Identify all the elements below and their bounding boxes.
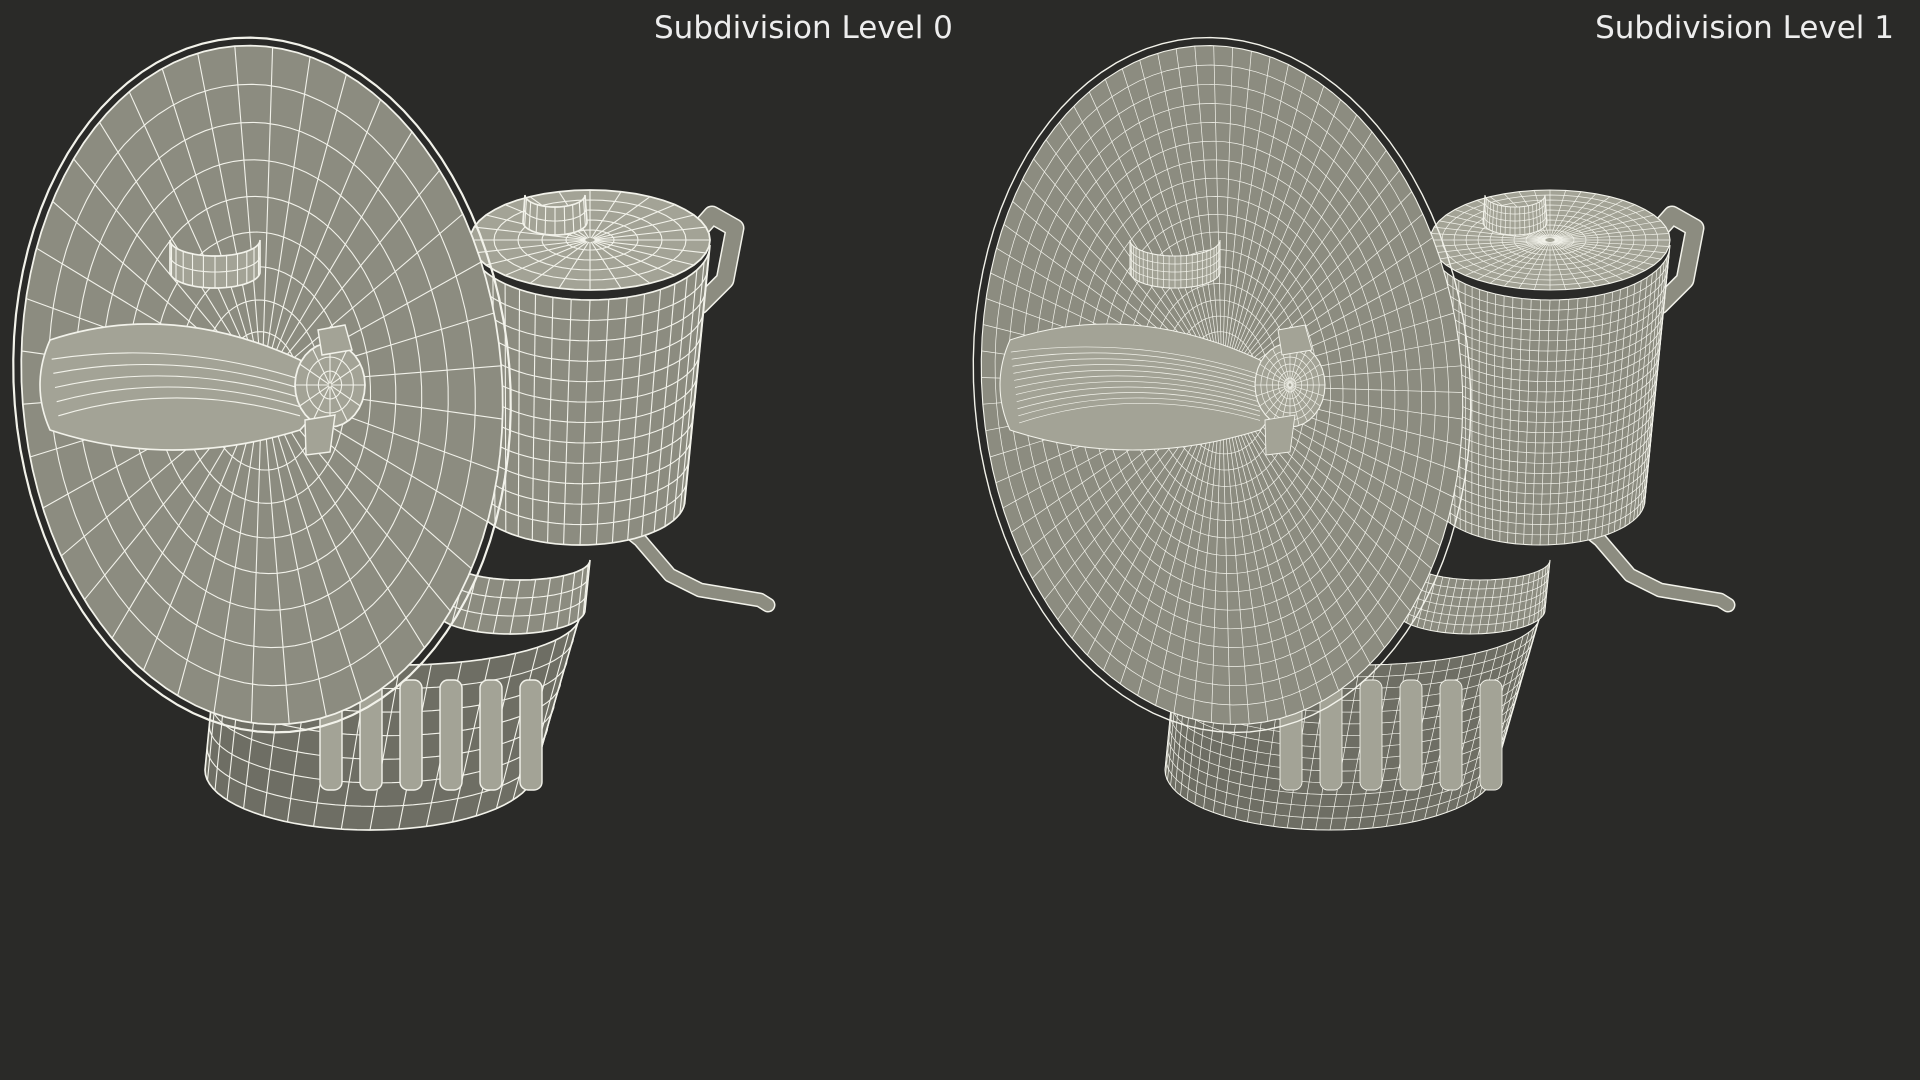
wing-nut-bottom bbox=[1264, 414, 1296, 456]
chamber-rib bbox=[1439, 679, 1463, 791]
caption-subdivision-level-0: Subdivision Level 0 bbox=[654, 10, 953, 46]
chamber-rib bbox=[1399, 679, 1423, 791]
chamber-rib bbox=[1479, 679, 1503, 791]
wing-nut-top bbox=[317, 324, 353, 356]
filler-cap-seam bbox=[544, 206, 547, 235]
wing-nut-bottom bbox=[304, 414, 336, 456]
chamber-rib bbox=[1359, 679, 1383, 791]
water-reservoir-seam bbox=[504, 283, 507, 532]
filler-cap-seam bbox=[563, 206, 566, 235]
wireframe-render-level-1 bbox=[972, 36, 1736, 831]
chamber-rib bbox=[519, 679, 543, 791]
chamber-rib bbox=[399, 679, 423, 791]
carbide-lamp-model-level-0 bbox=[12, 36, 776, 831]
wireframe-render-level-0 bbox=[12, 36, 776, 831]
chamber-rib bbox=[479, 679, 503, 791]
caption-subdivision-level-1: Subdivision Level 1 bbox=[1595, 10, 1894, 46]
render-viewport: Subdivision Level 0 Subdivision Level 1 bbox=[0, 0, 1920, 1080]
chamber-rib bbox=[439, 679, 463, 791]
carbide-lamp-model-level-1 bbox=[972, 36, 1736, 831]
